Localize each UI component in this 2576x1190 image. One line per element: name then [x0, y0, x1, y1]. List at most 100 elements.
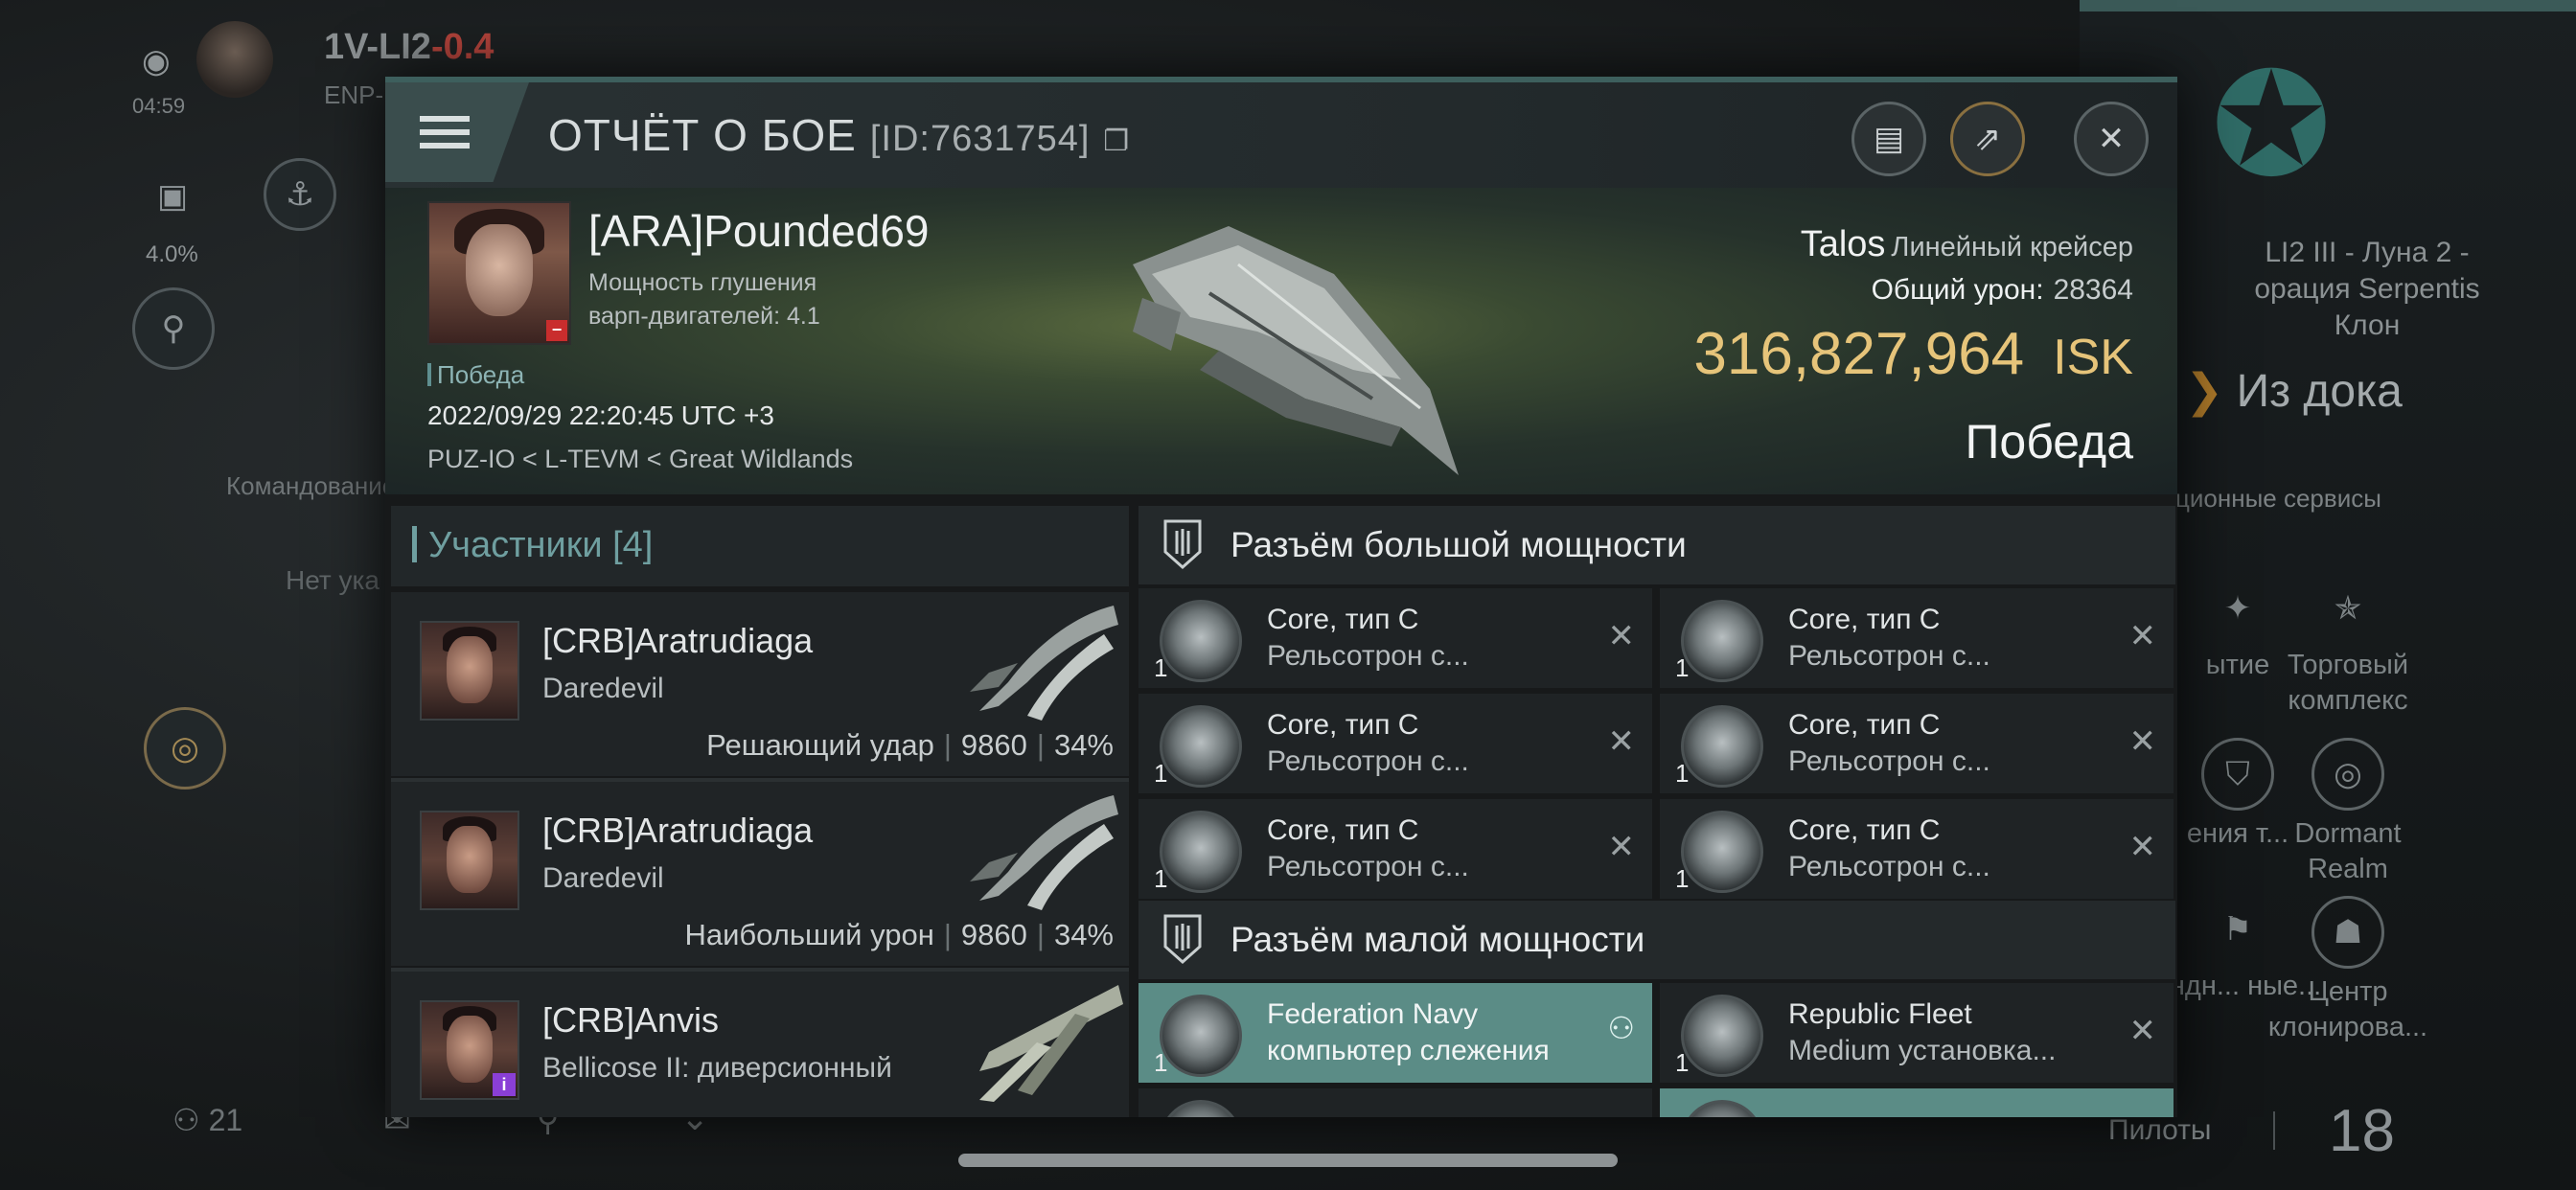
railgun-icon: [1681, 811, 1763, 893]
system-subtitle: ENP-: [324, 80, 384, 109]
local-chat-button[interactable]: ⚇ 21: [172, 1102, 242, 1138]
battle-report-modal: ОТЧЁТ О БОЕ [ID:7631754] ❐ ▤ ⇗ ✕ − [ARA]P…: [385, 77, 2177, 1117]
participant-stats: Решающий удар | 9860 | 34%: [706, 728, 1114, 762]
fitting-slot[interactable]: 1 Core, тип C Рельсотрон с... ✕: [1660, 588, 2174, 688]
result-tag: Победа: [427, 360, 524, 390]
cargo-icon[interactable]: ▣: [134, 158, 211, 235]
participant-portrait: i: [420, 1000, 519, 1100]
victim-ship[interactable]: Talos Линейный крейсер: [1801, 224, 2133, 265]
participants-header: Участники [4]: [391, 506, 1129, 586]
fitting-slot[interactable]: 1 Core, тип C Рельсотрон с... ✕: [1138, 694, 1652, 793]
person-icon: ⚇: [172, 1103, 200, 1137]
fitting-slot[interactable]: 1 Core, тип C Рельсотрон с... ✕: [1138, 799, 1652, 899]
fitting-slot[interactable]: 1 Republic Fleet Medium установка... ✕: [1660, 983, 2174, 1083]
participants-title: Участники [4]: [412, 525, 653, 566]
share-icon: ⇗: [1973, 121, 2002, 157]
destroyed-icon: ✕: [2128, 1013, 2157, 1049]
participant-ship-image: [979, 985, 1123, 1102]
slot-type: Рельсотрон с...: [1267, 640, 1469, 672]
fitting-slot[interactable]: 1 Core, тип C Рельсотрон с... ✕: [1660, 799, 2174, 899]
participant-row[interactable]: i [CRB]Anvis Bellicose II: диверсионный: [391, 972, 1129, 1117]
destroyed-icon: ✕: [1607, 618, 1636, 654]
report-id: [ID:7631754]: [869, 119, 1091, 159]
cargo-percent: 4.0%: [146, 241, 198, 267]
victim-banner: − [ARA]Pounded69 Мощность глушения варп-…: [385, 188, 2177, 494]
module-icon: [1160, 1100, 1242, 1117]
kill-location[interactable]: PUZ-IO < L-TEVM < Great Wildlands: [427, 445, 853, 474]
railgun-icon: [1681, 600, 1763, 682]
railgun-icon: [1681, 705, 1763, 788]
fitting-slot[interactable]: 1 Federation Navy компьютер слежения ⚇: [1138, 983, 1652, 1083]
destroyed-icon: ✕: [2128, 829, 2157, 865]
railgun-icon: [1160, 811, 1242, 893]
victim-ship-image[interactable]: [1114, 207, 1478, 485]
tracking-computer-icon: [1160, 995, 1242, 1077]
player-avatar[interactable]: [196, 21, 273, 98]
victim-name[interactable]: [ARA]Pounded69: [588, 205, 930, 257]
slot-type: Рельсотрон с...: [1267, 851, 1469, 882]
target-icon[interactable]: ◎: [144, 707, 226, 790]
slot-name: Core, тип C: [1267, 709, 1419, 741]
kill-datetime: 2022/09/29 22:20:45 UTC +3: [427, 400, 774, 430]
slot-qty: 1: [1154, 864, 1168, 893]
railgun-icon: [1160, 600, 1242, 682]
participant-name: [CRB]Anvis: [542, 1000, 720, 1040]
victim-portrait[interactable]: −: [427, 201, 571, 345]
pilots-count: 18: [2329, 1098, 2395, 1164]
wifi-icon: ◉: [142, 43, 171, 80]
info-icon: i: [493, 1073, 516, 1096]
low-slots-title: Разъём малой мощности: [1230, 920, 1645, 959]
participant-row[interactable]: [CRB]Aratrudiaga Daredevil Наибольший ур…: [391, 782, 1129, 966]
slot-qty: 1: [1675, 864, 1690, 893]
clock: 04:59: [132, 94, 186, 118]
station-panel-strip: [2080, 0, 2576, 11]
destroyed-icon: ✕: [2128, 723, 2157, 760]
copy-icon[interactable]: ❐: [1103, 126, 1130, 157]
slot-name: Core, тип C: [1267, 814, 1419, 846]
menu-button[interactable]: [385, 82, 529, 182]
divider: [2273, 1111, 2275, 1150]
destroyed-icon: ✕: [2128, 618, 2157, 654]
nes-icon: ✯: [2334, 589, 2362, 627]
victim-stat: Мощность глушения варп-двигателей: 4.1: [588, 269, 820, 330]
participant-stats: Наибольший урон | 9860 | 34%: [684, 918, 1114, 951]
high-slots-header: Разъём большой мощности: [1138, 506, 2175, 584]
slot-type: Medium установка...: [1788, 1035, 2057, 1066]
slot-type: Рельсотрон с...: [1788, 745, 1990, 777]
system-name[interactable]: 1V-LI2-0.4: [324, 27, 494, 68]
service-item[interactable]: ◎ Dormant Realm: [2252, 738, 2444, 887]
share-button[interactable]: ⇗: [1950, 102, 2025, 176]
slot-qty: 1: [1675, 759, 1690, 788]
fitting-slot[interactable]: 1 Core, тип C Рельсотрон с... ✕: [1660, 694, 2174, 793]
fitting-slot[interactable]: 1 Core, тип C Рельсотрон с... ✕: [1138, 588, 1652, 688]
report-title: ОТЧЁТ О БОЕ [ID:7631754] ❐: [548, 110, 1131, 160]
participant-ship: Daredevil: [542, 673, 664, 704]
close-button[interactable]: ✕: [2074, 102, 2149, 176]
ship-class: Линейный крейсер: [1891, 232, 2133, 263]
slot-name: Core, тип C: [1788, 814, 1941, 846]
slot-name: Core, тип C: [1267, 604, 1419, 635]
service-item[interactable]: ☗ Центр клонирова...: [2252, 896, 2444, 1045]
participant-name: [CRB]Aratrudiaga: [542, 811, 814, 850]
hostile-badge-icon: −: [546, 320, 567, 341]
clipboard-button[interactable]: ▤: [1852, 102, 1926, 176]
undock-button[interactable]: ❯ Из дока: [2185, 364, 2403, 418]
slot-name: Core, тип C: [1788, 604, 1941, 635]
low-slots-header: Разъём малой мощности: [1138, 901, 2175, 979]
service-item[interactable]: ✯ Торговый комплекс: [2252, 575, 2444, 719]
portal-icon: ◎: [2312, 738, 2384, 811]
fitting-icon[interactable]: ⚓: [264, 158, 336, 231]
participant-row[interactable]: [CRB]Aratrudiaga Daredevil Решающий удар…: [391, 592, 1129, 776]
location-pin-icon[interactable]: ⚲: [132, 287, 215, 370]
home-indicator[interactable]: [958, 1154, 1618, 1167]
fitting-slot[interactable]: [1660, 1088, 2174, 1117]
security-status: -0.4: [430, 27, 494, 67]
no-data-text: Нет ука: [286, 565, 380, 595]
slot-qty: 1: [1154, 1048, 1168, 1077]
slot-type: Рельсотрон с...: [1788, 640, 1990, 672]
participant-ship-image: [970, 606, 1118, 721]
fitting-slot[interactable]: [1138, 1088, 1652, 1117]
destroyed-icon: ✕: [1607, 829, 1636, 865]
slot-type: компьютер слежения: [1267, 1035, 1550, 1066]
participant-ship: Daredevil: [542, 862, 664, 894]
